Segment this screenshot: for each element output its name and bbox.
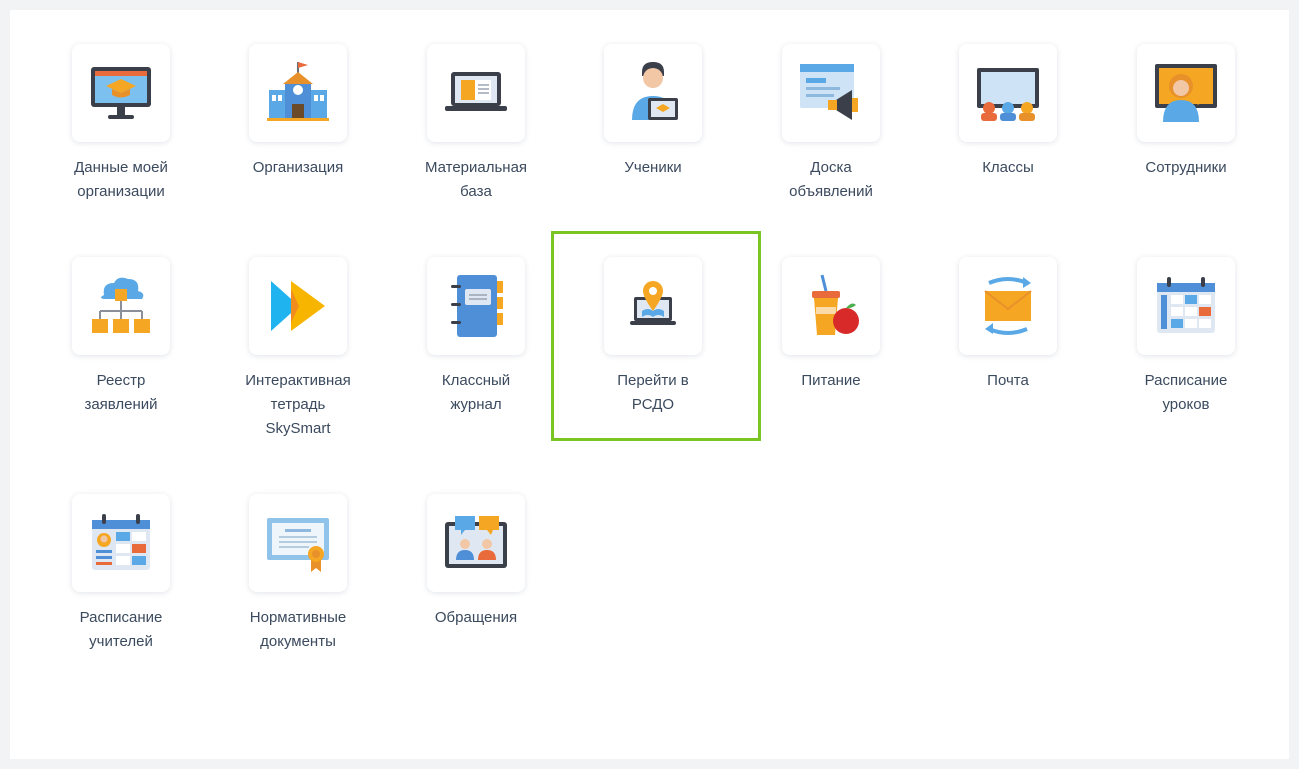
tile-label: Реестр заявлений [84, 372, 158, 413]
tile-label: Расписание уроков [1144, 372, 1228, 413]
tile-label: Данные моей организации [74, 159, 168, 200]
tile-organization[interactable]: Организация [218, 44, 378, 180]
tile-label: Классный журнал [441, 372, 511, 413]
tile-icon-box [604, 44, 702, 142]
tile-icon-box [427, 257, 525, 355]
announcement-board-megaphone-icon [800, 64, 858, 120]
tile-icon-box [604, 257, 702, 355]
calendar-schedule-icon [1157, 277, 1215, 333]
notebook-journal-icon [451, 275, 503, 337]
cloud-network-icon [92, 277, 150, 333]
tile-label: Доска объявлений [789, 159, 873, 200]
tile-icon-box [249, 494, 347, 592]
envelope-sync-icon [984, 277, 1032, 335]
calendar-teacher-icon [92, 514, 150, 570]
monitor-graduation-cap-icon [91, 67, 151, 119]
teacher-board-icon [1155, 64, 1217, 122]
tile-staff[interactable]: Сотрудники [1106, 44, 1266, 180]
tile-icon-box [1137, 44, 1235, 142]
tile-label: Питание [801, 372, 861, 389]
play-arrows-icon [271, 281, 325, 331]
tile-appeals[interactable]: Обращения [396, 494, 556, 630]
laptop-document-icon [445, 72, 507, 111]
tile-icon-box [72, 257, 170, 355]
tile-label: Расписание учителей [79, 609, 163, 650]
tile-regulatory-documents[interactable]: Нормативные документы [218, 494, 378, 654]
tile-icon-box [249, 257, 347, 355]
tile-icon-box [72, 44, 170, 142]
tile-icon-box [959, 257, 1057, 355]
tile-skysmart[interactable]: Интерактивная тетрадь SkySmart [218, 257, 378, 441]
tile-icon-box [959, 44, 1057, 142]
classroom-board-icon [977, 68, 1039, 121]
tile-label: Ученики [624, 159, 682, 176]
tile-label: Материальная база [424, 159, 528, 200]
tile-label: Классы [982, 159, 1034, 176]
tile-label: Обращения [434, 609, 518, 626]
tile-label: Сотрудники [1145, 159, 1227, 176]
tile-nutrition[interactable]: Питание [751, 257, 911, 393]
tile-mail[interactable]: Почта [928, 257, 1088, 393]
tile-class-journal[interactable]: Классный журнал [396, 257, 556, 417]
tile-icon-box [1137, 257, 1235, 355]
laptop-location-pin-icon [630, 281, 676, 325]
drink-apple-icon [812, 274, 859, 335]
tile-icon-box [427, 494, 525, 592]
tile-label: Интерактивная тетрадь SkySmart [245, 372, 351, 437]
chat-people-icon [445, 516, 507, 568]
school-building-icon [267, 62, 329, 121]
tile-my-organization-data[interactable]: Данные моей организации [41, 44, 201, 204]
tile-label: Почта [987, 372, 1029, 389]
tile-icon-box [427, 44, 525, 142]
student-laptop-icon [632, 62, 678, 120]
tile-material-base[interactable]: Материальная база [396, 44, 556, 204]
tile-students[interactable]: Ученики [573, 44, 733, 180]
tile-label: Организация [252, 159, 344, 176]
tile-icon-box [249, 44, 347, 142]
tile-label: Перейти в РСДО [617, 372, 689, 413]
certificate-icon [267, 518, 329, 572]
tile-icon-box [72, 494, 170, 592]
tile-applications-registry[interactable]: Реестр заявлений [41, 257, 201, 417]
tile-icon-box [782, 44, 880, 142]
tile-classes[interactable]: Классы [928, 44, 1088, 180]
tile-lesson-schedule[interactable]: Расписание уроков [1106, 257, 1266, 417]
tile-label: Нормативные документы [249, 609, 347, 650]
tile-icon-box [782, 257, 880, 355]
tile-teacher-schedule[interactable]: Расписание учителей [41, 494, 201, 654]
tile-announcement-board[interactable]: Доска объявлений [751, 44, 911, 204]
tile-go-to-rsdo[interactable]: Перейти в РСДО [573, 257, 733, 417]
services-panel: Данные моей организации Организация Мате… [10, 10, 1289, 759]
